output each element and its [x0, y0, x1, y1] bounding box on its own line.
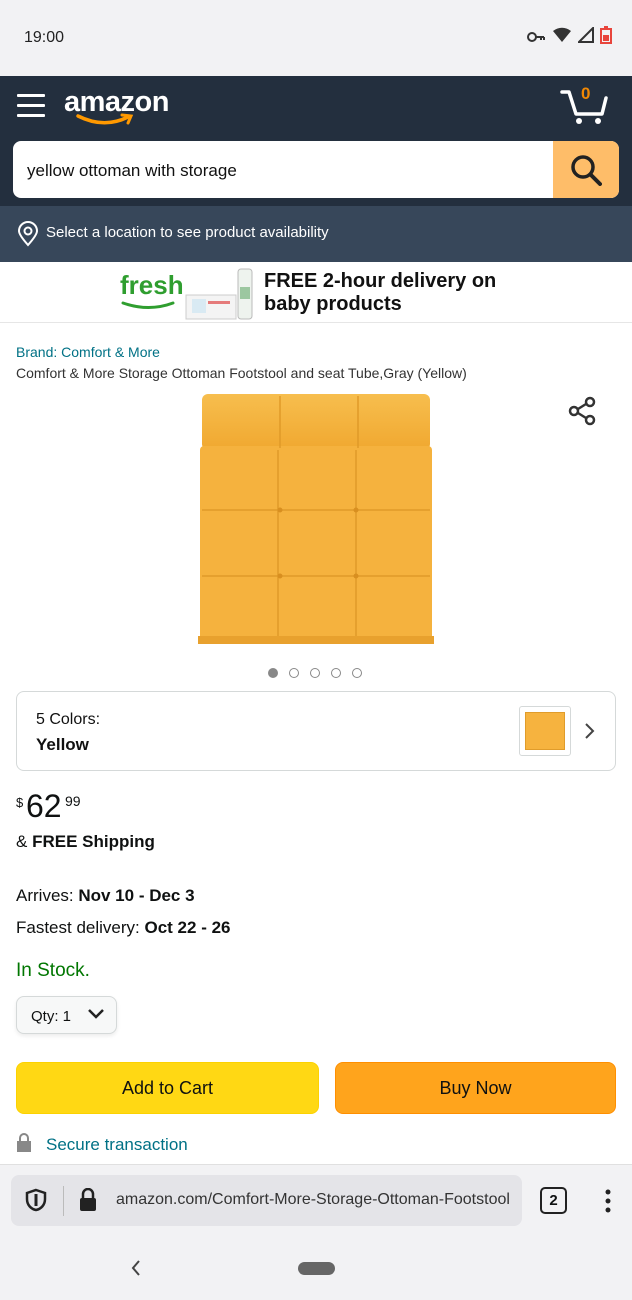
- search-icon: [571, 154, 602, 186]
- amazon-smile-icon: [76, 113, 134, 125]
- status-time: 19:00: [24, 29, 65, 46]
- price-currency: $: [16, 795, 24, 810]
- shield-icon[interactable]: [25, 1188, 47, 1212]
- add-to-cart-button[interactable]: Add to Cart: [16, 1062, 319, 1114]
- image-carousel-dots[interactable]: [268, 668, 362, 678]
- tabs-button[interactable]: 2: [540, 1187, 567, 1214]
- arrival-info: Arrives: Nov 10 - Dec 3: [16, 886, 195, 906]
- cart-count: 0: [581, 84, 591, 103]
- search-input[interactable]: yellow ottoman with storage: [13, 141, 619, 198]
- location-text: Select a location to see product availab…: [46, 224, 329, 241]
- status-bar: 19:00: [0, 0, 632, 76]
- carousel-dot[interactable]: [310, 668, 320, 678]
- color-swatch[interactable]: [519, 706, 571, 756]
- chevron-down-icon: [88, 1009, 104, 1019]
- quantity-dropdown[interactable]: Qty: 1: [16, 996, 117, 1034]
- lock-icon: [17, 1133, 31, 1152]
- price-whole: 62: [26, 788, 62, 824]
- banner-text: FREE 2-hour delivery on baby products: [264, 270, 497, 315]
- status-icons: [526, 26, 612, 44]
- buy-now-button[interactable]: Buy Now: [335, 1062, 616, 1114]
- product-image[interactable]: [198, 392, 434, 646]
- chevron-right-icon: [585, 723, 595, 739]
- arrives-value: Nov 10 - Dec 3: [78, 886, 195, 905]
- carousel-dot[interactable]: [289, 668, 299, 678]
- fastest-value: Oct 22 - 26: [144, 918, 231, 937]
- fastest-delivery: Fastest delivery: Oct 22 - 26: [16, 918, 231, 938]
- signal-icon: [578, 27, 594, 43]
- fresh-smile-icon: [121, 301, 175, 309]
- stock-status: In Stock.: [16, 960, 90, 981]
- shipping-info: & FREE Shipping: [16, 832, 155, 852]
- fresh-logo: fresh: [120, 270, 184, 300]
- free-shipping: FREE Shipping: [32, 832, 155, 851]
- product-title: Comfort & More Storage Ottoman Footstool…: [16, 365, 467, 381]
- location-bar[interactable]: Select a location to see product availab…: [0, 206, 632, 262]
- url-bar[interactable]: amazon.com/Comfort-More-Storage-Ottoman-…: [11, 1175, 522, 1226]
- vpn-key-icon: [527, 32, 545, 42]
- search-button[interactable]: [553, 141, 619, 198]
- selected-color: Yellow: [36, 735, 89, 754]
- share-icon[interactable]: [566, 395, 598, 427]
- arrives-label: Arrives:: [16, 886, 79, 905]
- secure-transaction-link[interactable]: Secure transaction: [46, 1135, 188, 1155]
- back-icon[interactable]: [130, 1259, 142, 1277]
- quantity-value: Qty: 1: [31, 1008, 72, 1025]
- url-divider: [63, 1186, 64, 1216]
- home-pill[interactable]: [298, 1262, 335, 1275]
- color-selector[interactable]: 5 Colors: Yellow: [16, 691, 616, 771]
- brand-link[interactable]: Brand: Comfort & More: [16, 344, 160, 360]
- wifi-icon: [553, 27, 571, 42]
- url-text: amazon.com/Comfort-More-Storage-Ottoman-…: [116, 1191, 510, 1208]
- fastest-label: Fastest delivery:: [16, 918, 145, 937]
- carousel-dot[interactable]: [268, 668, 278, 678]
- shipping-prefix: &: [16, 832, 33, 851]
- search-query: yellow ottoman with storage: [27, 161, 237, 180]
- price-fraction: 99: [65, 793, 81, 809]
- colors-count-label: 5 Colors:: [36, 711, 101, 728]
- carousel-dot[interactable]: [331, 668, 341, 678]
- padlock-icon: [80, 1188, 96, 1211]
- more-options-icon[interactable]: [604, 1189, 612, 1213]
- battery-icon: [600, 26, 612, 44]
- carousel-dot[interactable]: [352, 668, 362, 678]
- location-pin-icon: [17, 221, 39, 247]
- hamburger-menu-icon[interactable]: [17, 94, 45, 118]
- baby-products-image: [185, 268, 253, 320]
